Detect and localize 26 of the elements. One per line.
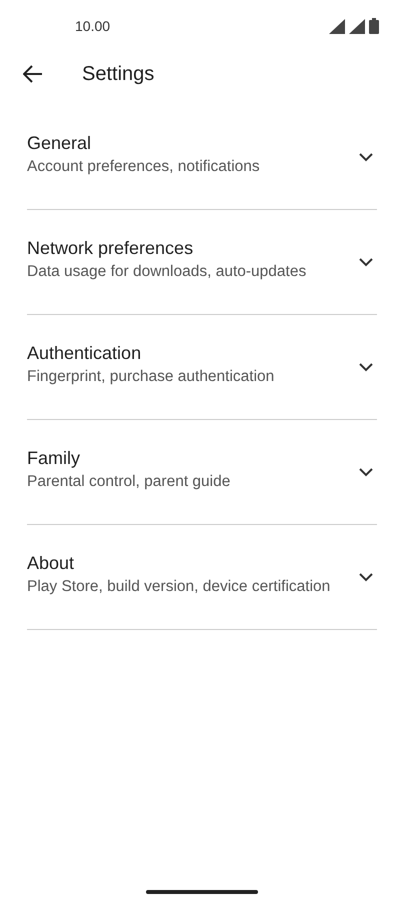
section-title: General (27, 132, 92, 154)
chevron-icon[interactable] (359, 572, 373, 582)
section-title: Family (27, 448, 81, 468)
section-subtitle: Data usage for downloads, auto-updates (27, 262, 306, 280)
section-title: Authentication (27, 342, 142, 364)
section-title: About (27, 552, 76, 574)
section-subtitle: Account preferences, notifications (27, 158, 260, 176)
settings-section[interactable]: Family Parental control, parent guide (27, 420, 377, 525)
section-subtitle: Parental control, parent guide (27, 472, 230, 490)
settings-section[interactable]: Authentication Fingerprint, purchase authentication (27, 315, 377, 420)
section-subtitle: Fingerprint, purchase authentication (27, 368, 274, 386)
chevron-icon[interactable] (359, 152, 373, 162)
section-subtitle: Play Store, build version, device certification (27, 578, 330, 596)
signal-icon (349, 18, 365, 34)
settings-section[interactable]: About Play Store, build version, device certification (27, 525, 377, 630)
status-time: 10.00 (75, 18, 110, 34)
page-title: Settings (82, 62, 154, 86)
back-arrow-icon[interactable] (23, 65, 43, 83)
settings-section[interactable]: General Account preferences, notifications (27, 105, 377, 210)
section-title: Network preferences (27, 238, 194, 258)
chevron-icon[interactable] (359, 362, 373, 372)
signal-icon (329, 18, 345, 34)
settings-section[interactable]: Network preferences Data usage for downloads, auto-updates (27, 210, 377, 315)
chevron-icon[interactable] (359, 468, 373, 476)
chevron-icon[interactable] (359, 258, 373, 266)
battery-icon (369, 18, 379, 34)
